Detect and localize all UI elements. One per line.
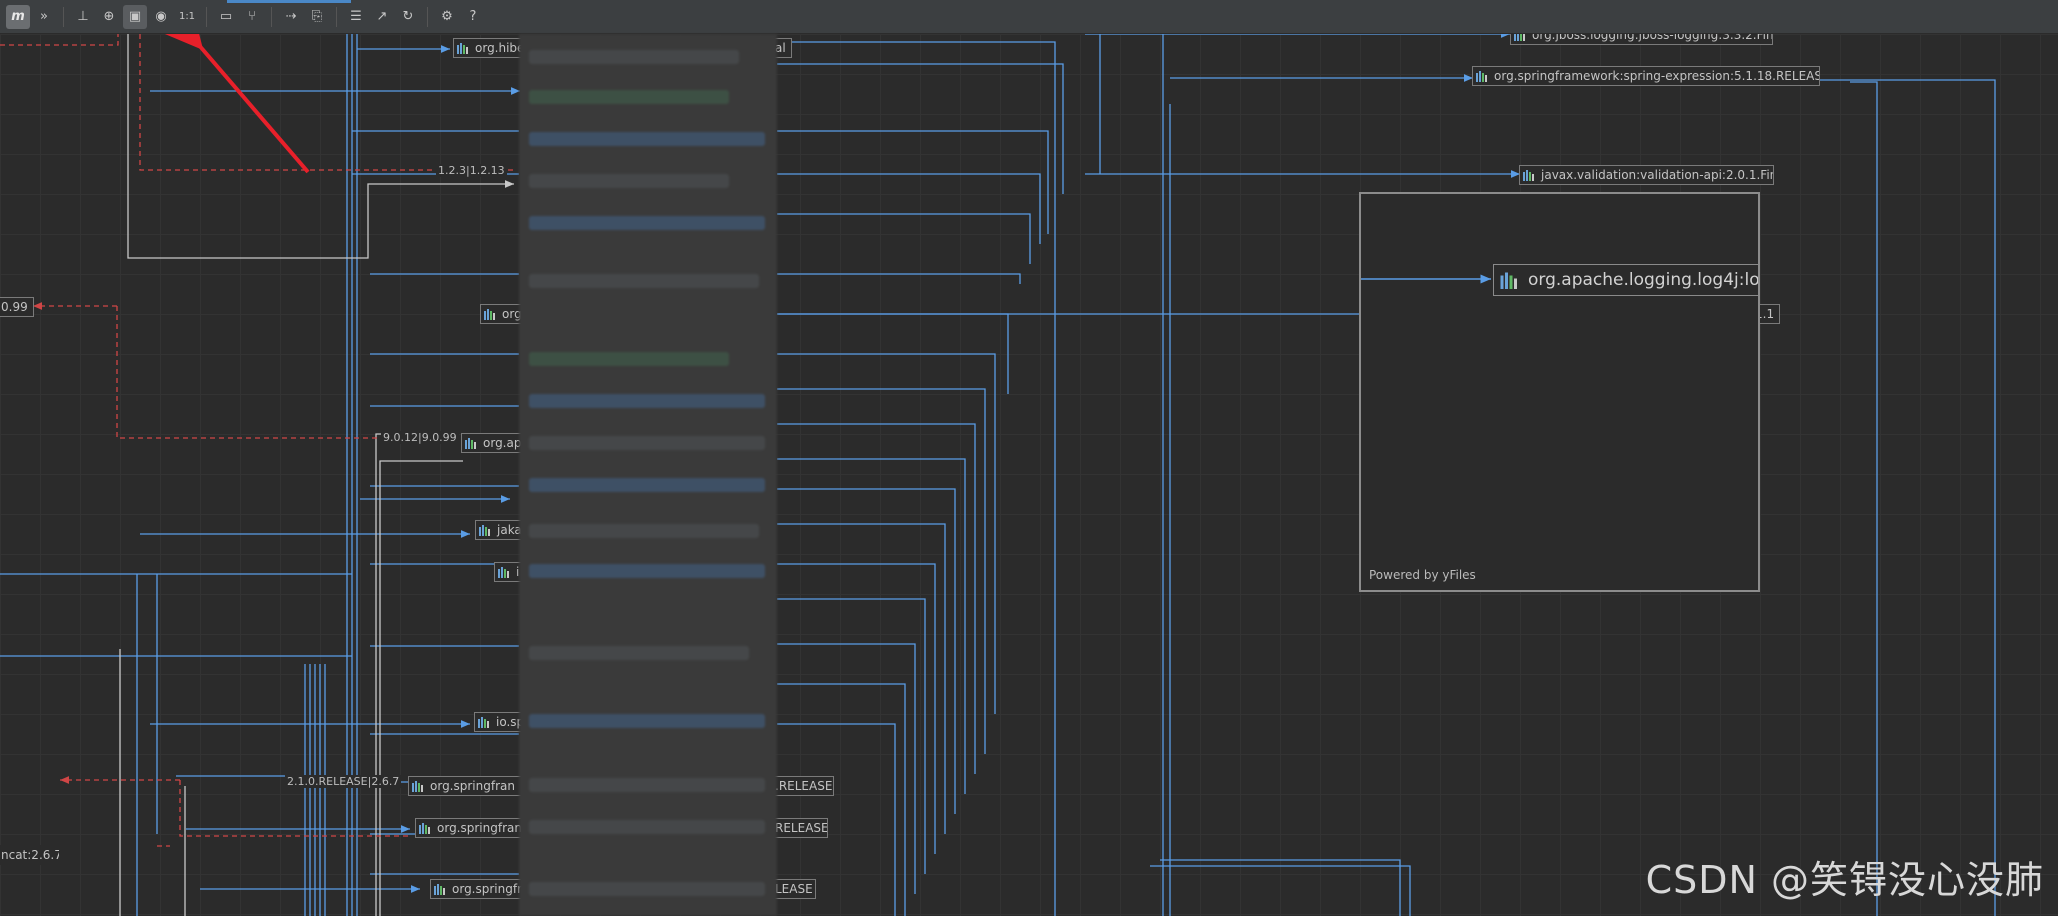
library-icon xyxy=(457,43,468,54)
toolbar-separator xyxy=(63,6,64,27)
library-icon xyxy=(484,309,495,320)
library-icon xyxy=(1476,71,1487,82)
node-label: org.springfran xyxy=(430,779,515,793)
dependency-node-tail[interactable]: RELEASE xyxy=(772,818,828,838)
collapse-icon[interactable]: » xyxy=(32,5,56,29)
library-icon xyxy=(1514,34,1525,41)
node-label: org.apache.logging.log4j:lo xyxy=(1528,270,1760,290)
edge-version-label: 2.1.0.RELEASE|2.6.7 xyxy=(285,775,402,788)
library-icon xyxy=(465,438,476,449)
dependency-node-tail[interactable]: .RELEASE xyxy=(772,776,834,796)
popup-edge xyxy=(1361,274,1491,284)
export-diagram-icon[interactable]: ↗ xyxy=(370,5,394,29)
layout-icon[interactable]: ⑂ xyxy=(240,5,264,29)
node-label: org.springfran xyxy=(437,821,522,835)
node-label: .RELEASE xyxy=(775,779,833,793)
node-label: 0.99 xyxy=(1,300,28,314)
fit-content-icon[interactable]: ▣ xyxy=(123,4,147,29)
node-label: org.hibe xyxy=(475,41,525,55)
actual-size-icon[interactable]: 1:1 xyxy=(175,5,199,29)
library-icon xyxy=(1523,170,1534,181)
node-label: org.jboss.logging:jboss-logging:3.3.2.Fi… xyxy=(1532,34,1773,42)
dependency-node[interactable]: javax.validation:validation-api:2.0.1.Fi… xyxy=(1519,165,1774,185)
diagram-toolbar: m» ⊥ ⊕ ▣ ◉ 1:1 ▭ ⑂ ⇢ ⎘ ☰ ↗ ↻ ⚙? xyxy=(0,0,2058,34)
apply-layout-icon[interactable]: ☰ xyxy=(344,5,368,29)
library-icon xyxy=(1500,272,1517,289)
library-icon xyxy=(412,781,423,792)
node-label: org.ap xyxy=(483,436,522,450)
node-label: javax.validation:validation-api:2.0.1.Fi… xyxy=(1541,168,1774,182)
node-label: ncat:2.6.7 xyxy=(1,848,60,862)
edge-version-label: 9.0.12|9.0.99 xyxy=(381,431,459,444)
toolbar-separator xyxy=(336,6,337,27)
library-icon xyxy=(419,823,430,834)
node-preview-popup[interactable]: org.apache.logging.log4j:lo Powered by y… xyxy=(1359,192,1760,592)
dependency-node[interactable]: ncat:2.6.7 xyxy=(0,845,60,865)
blurred-region xyxy=(519,34,777,916)
tree-icon[interactable]: ⊥ xyxy=(71,5,95,29)
dependency-node[interactable]: org.jboss.logging:jboss-logging:3.3.2.Fi… xyxy=(1510,34,1773,45)
dependency-node[interactable]: 0.99 xyxy=(0,297,34,317)
node-label: LEASE xyxy=(775,882,813,896)
dependency-node-tail[interactable]: LEASE xyxy=(772,879,816,899)
settings-icon[interactable]: ⚙ xyxy=(435,5,459,29)
dependency-node[interactable]: org.springframework:spring-expression:5.… xyxy=(1472,66,1820,86)
route-edges-icon[interactable]: ⇢ xyxy=(279,5,303,29)
popup-dependency-node[interactable]: org.apache.logging.log4j:lo xyxy=(1493,264,1760,296)
copy-icon[interactable]: ⎘ xyxy=(305,5,329,29)
export-image-icon[interactable]: ▭ xyxy=(214,5,238,29)
library-icon xyxy=(478,717,489,728)
library-icon xyxy=(434,884,445,895)
edge-version-label: 1.2.3|1.2.13 xyxy=(436,164,507,177)
help-icon[interactable]: ? xyxy=(461,5,485,29)
maven-logo-icon[interactable]: m xyxy=(6,4,30,29)
toolbar-separator xyxy=(427,6,428,27)
toolbar-separator xyxy=(206,6,207,27)
powered-by-label: Powered by yFiles xyxy=(1369,568,1476,582)
zoom-in-icon[interactable]: ⊕ xyxy=(97,5,121,29)
tab-indicator xyxy=(227,0,351,3)
library-icon xyxy=(498,567,509,578)
node-label: RELEASE xyxy=(775,821,828,835)
watermark-text: CSDN @笑锝没心没肺 xyxy=(1645,858,2044,902)
refresh-icon[interactable]: ↻ xyxy=(396,5,420,29)
node-label: org.springframework:spring-expression:5.… xyxy=(1494,69,1820,83)
node-label: org.springfr xyxy=(452,882,523,896)
library-icon xyxy=(479,525,490,536)
show-icon[interactable]: ◉ xyxy=(149,5,173,29)
toolbar-separator xyxy=(271,6,272,27)
annotation-arrow xyxy=(161,34,310,174)
